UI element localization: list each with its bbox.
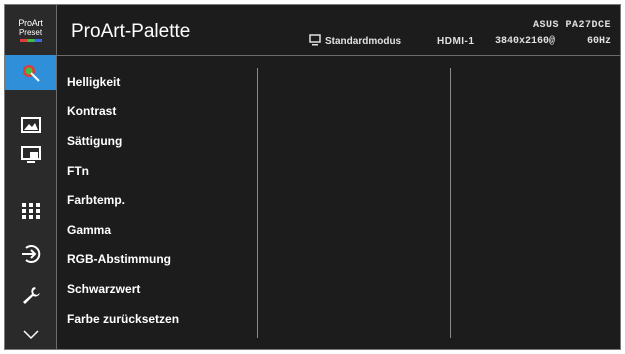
menu-list: Helligkeit Kontrast Sättigung FTn Farbte…: [57, 56, 257, 333]
monitor-icon: [309, 34, 321, 46]
menu-item-black-level[interactable]: Schwarzwert: [57, 274, 257, 304]
menu-item-rgb-adjust[interactable]: RGB-Abstimmung: [57, 245, 257, 275]
sidebar-item-pip[interactable]: [5, 137, 56, 172]
chevron-down-icon: [22, 330, 39, 340]
sidebar-item-input[interactable]: [5, 236, 56, 271]
resolution-status: 3840x2160@: [495, 36, 556, 47]
sidebar-item-grid[interactable]: [5, 193, 56, 228]
menu-item-reset-color[interactable]: Farbe zurücksetzen: [57, 304, 257, 334]
menu-item-brightness[interactable]: Helligkeit: [57, 67, 257, 97]
page-title: ProArt-Palette: [71, 21, 191, 42]
wrench-icon: [22, 286, 40, 304]
refresh-rate-status: 60Hz: [586, 36, 611, 47]
menu-item-contrast[interactable]: Kontrast: [57, 97, 257, 127]
sidebar-item-settings[interactable]: [5, 277, 56, 312]
grid-icon: [21, 202, 40, 219]
pip-icon: [20, 145, 41, 163]
header: ProArt-Palette Standardmodus HDMI-1 ASUS…: [57, 5, 620, 56]
column-divider: [450, 68, 451, 338]
osd-window: ProArt Preset ProArt-Palette Standardmod…: [4, 4, 621, 350]
menu-item-color-temp[interactable]: Farbtemp.: [57, 185, 257, 215]
mode-status: Standardmodus: [325, 36, 402, 47]
input-status: HDMI-1: [437, 36, 475, 47]
column-divider: [257, 68, 258, 338]
sidebar-item-more[interactable]: [5, 321, 56, 349]
proart-preset-logo[interactable]: ProArt Preset: [5, 5, 56, 55]
logo-color-bar: [19, 38, 42, 42]
sidebar: ProArt Preset: [5, 5, 57, 349]
image-icon: [20, 116, 41, 133]
sidebar-item-color[interactable]: [5, 55, 56, 90]
logo-line1: ProArt: [18, 17, 43, 28]
model-name: ASUS PA27DCE: [532, 20, 611, 31]
menu-item-ftn[interactable]: FTn: [57, 156, 257, 186]
menu-item-saturation[interactable]: Sättigung: [57, 126, 257, 156]
color-icon: [22, 64, 40, 82]
input-select-icon: [21, 244, 40, 263]
menu-item-gamma[interactable]: Gamma: [57, 215, 257, 245]
logo-line2: Preset: [18, 27, 43, 37]
